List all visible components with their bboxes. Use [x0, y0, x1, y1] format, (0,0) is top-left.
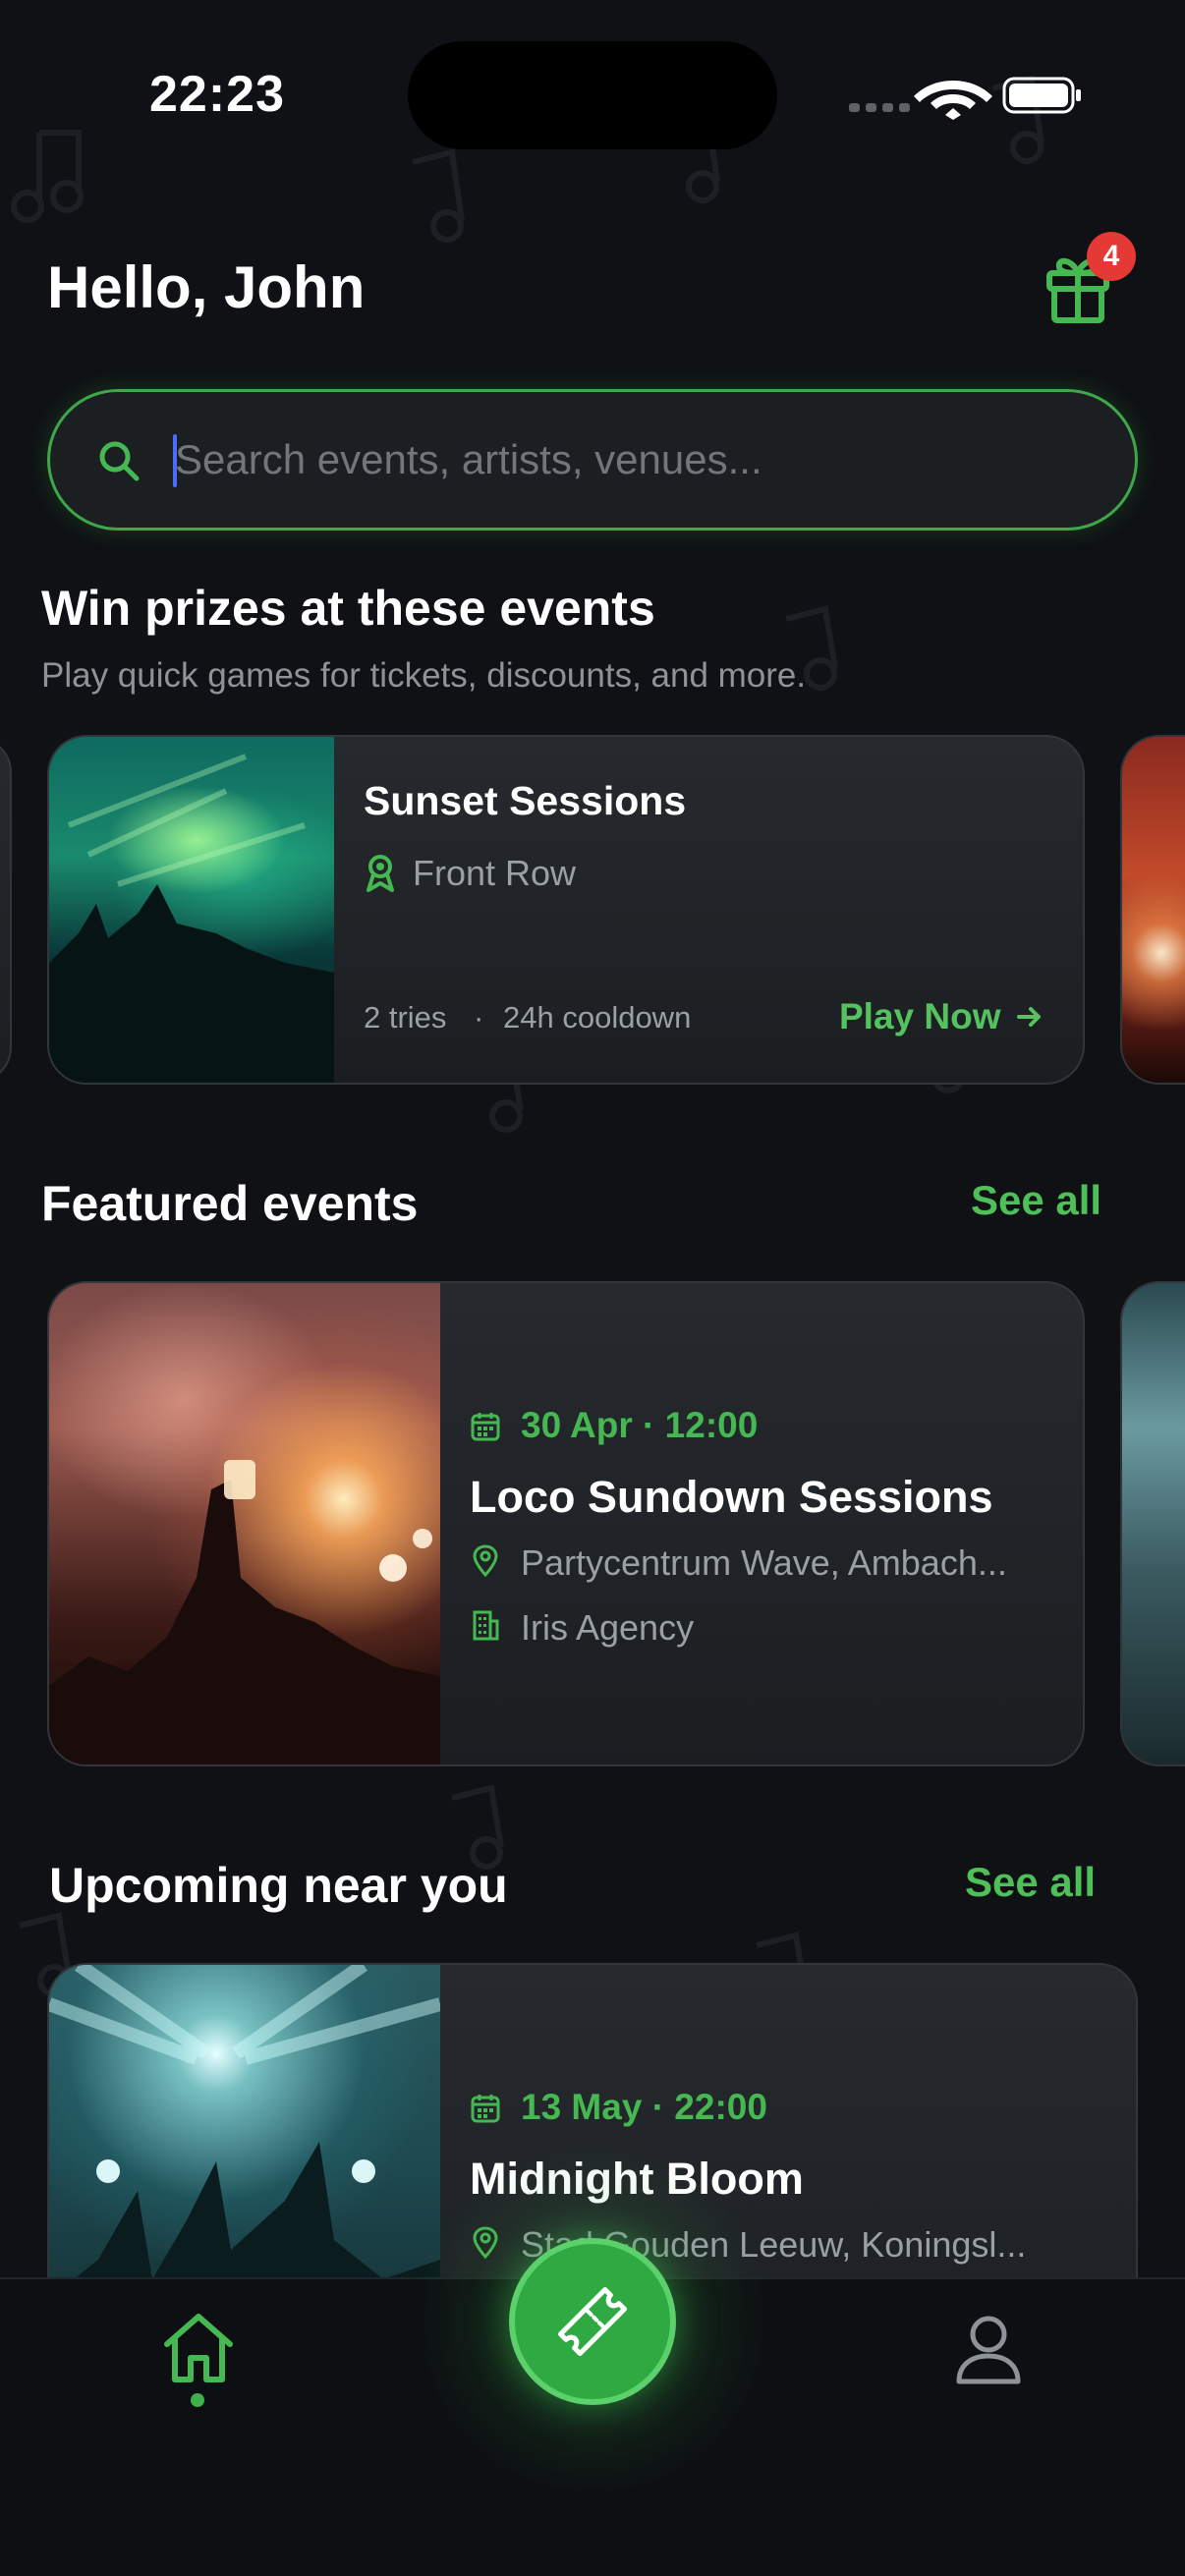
- prize-event-image: [49, 737, 334, 1083]
- featured-event-card[interactable]: 30 Apr · 12:00 Loco Sundown Sessions Par…: [47, 1281, 1085, 1766]
- status-time: 22:23: [149, 66, 285, 123]
- award-icon: [367, 855, 394, 892]
- tries-count: 2 tries: [364, 1000, 447, 1035]
- event-date: 30 Apr · 12:00: [521, 1405, 759, 1445]
- cooldown-text: 24h cooldown: [503, 1000, 692, 1035]
- upcoming-see-all-link[interactable]: See all: [965, 1859, 1096, 1906]
- meta-separator: ·: [474, 1000, 484, 1035]
- dynamic-island: [408, 41, 777, 149]
- home-icon[interactable]: [159, 2309, 238, 2387]
- featured-event-card-next[interactable]: [1120, 1281, 1185, 1766]
- battery-icon: [1002, 77, 1081, 114]
- featured-event-image: [49, 1283, 440, 1764]
- ticket-icon: [557, 2286, 628, 2357]
- prize-card-prev[interactable]: [0, 737, 12, 1083]
- featured-next-image: [1122, 1283, 1185, 1764]
- greeting-title: Hello, John: [47, 254, 366, 320]
- notification-badge: 4: [1087, 232, 1136, 281]
- event-name: Loco Sundown Sessions: [470, 1472, 993, 1522]
- prizes-section-subtitle: Play quick games for tickets, discounts,…: [41, 656, 807, 695]
- event-venue: Partycentrum Wave, Ambach...: [521, 1542, 1007, 1583]
- prizes-section-title: Win prizes at these events: [41, 581, 655, 636]
- tickets-fab-button[interactable]: [509, 2238, 676, 2405]
- building-icon: [473, 1610, 499, 1641]
- upcoming-section-title: Upcoming near you: [49, 1858, 508, 1913]
- prize-next-image: [1122, 737, 1185, 1083]
- prize-event-name: Sunset Sessions: [364, 778, 687, 823]
- profile-icon[interactable]: [949, 2309, 1028, 2387]
- signal-icon: [849, 103, 910, 112]
- active-tab-indicator: [191, 2393, 204, 2407]
- play-now-button[interactable]: Play Now: [839, 996, 1044, 1037]
- calendar-icon: [471, 1413, 500, 1441]
- prize-card-next[interactable]: [1120, 735, 1185, 1085]
- arrow-right-icon: [1016, 1007, 1041, 1027]
- event-organizer: Iris Agency: [521, 1607, 695, 1648]
- prize-card[interactable]: Sunset Sessions Front Row 2 tries · 24h …: [47, 735, 1085, 1085]
- search-input[interactable]: [175, 424, 1059, 495]
- crowd-silhouette: [49, 754, 334, 1083]
- wifi-icon: [914, 81, 992, 120]
- featured-see-all-link[interactable]: See all: [971, 1177, 1101, 1224]
- search-icon: [99, 441, 140, 481]
- concert-crowd-silhouette: [49, 1460, 440, 1764]
- play-now-label: Play Now: [839, 996, 1001, 1036]
- calendar-icon: [471, 2095, 500, 2123]
- location-pin-icon: [473, 1544, 498, 1578]
- event-date: 13 May · 22:00: [521, 2087, 767, 2127]
- prize-name: Front Row: [413, 853, 577, 893]
- status-icons: [849, 77, 1081, 120]
- featured-section-title: Featured events: [41, 1176, 419, 1231]
- text-cursor: [173, 434, 177, 487]
